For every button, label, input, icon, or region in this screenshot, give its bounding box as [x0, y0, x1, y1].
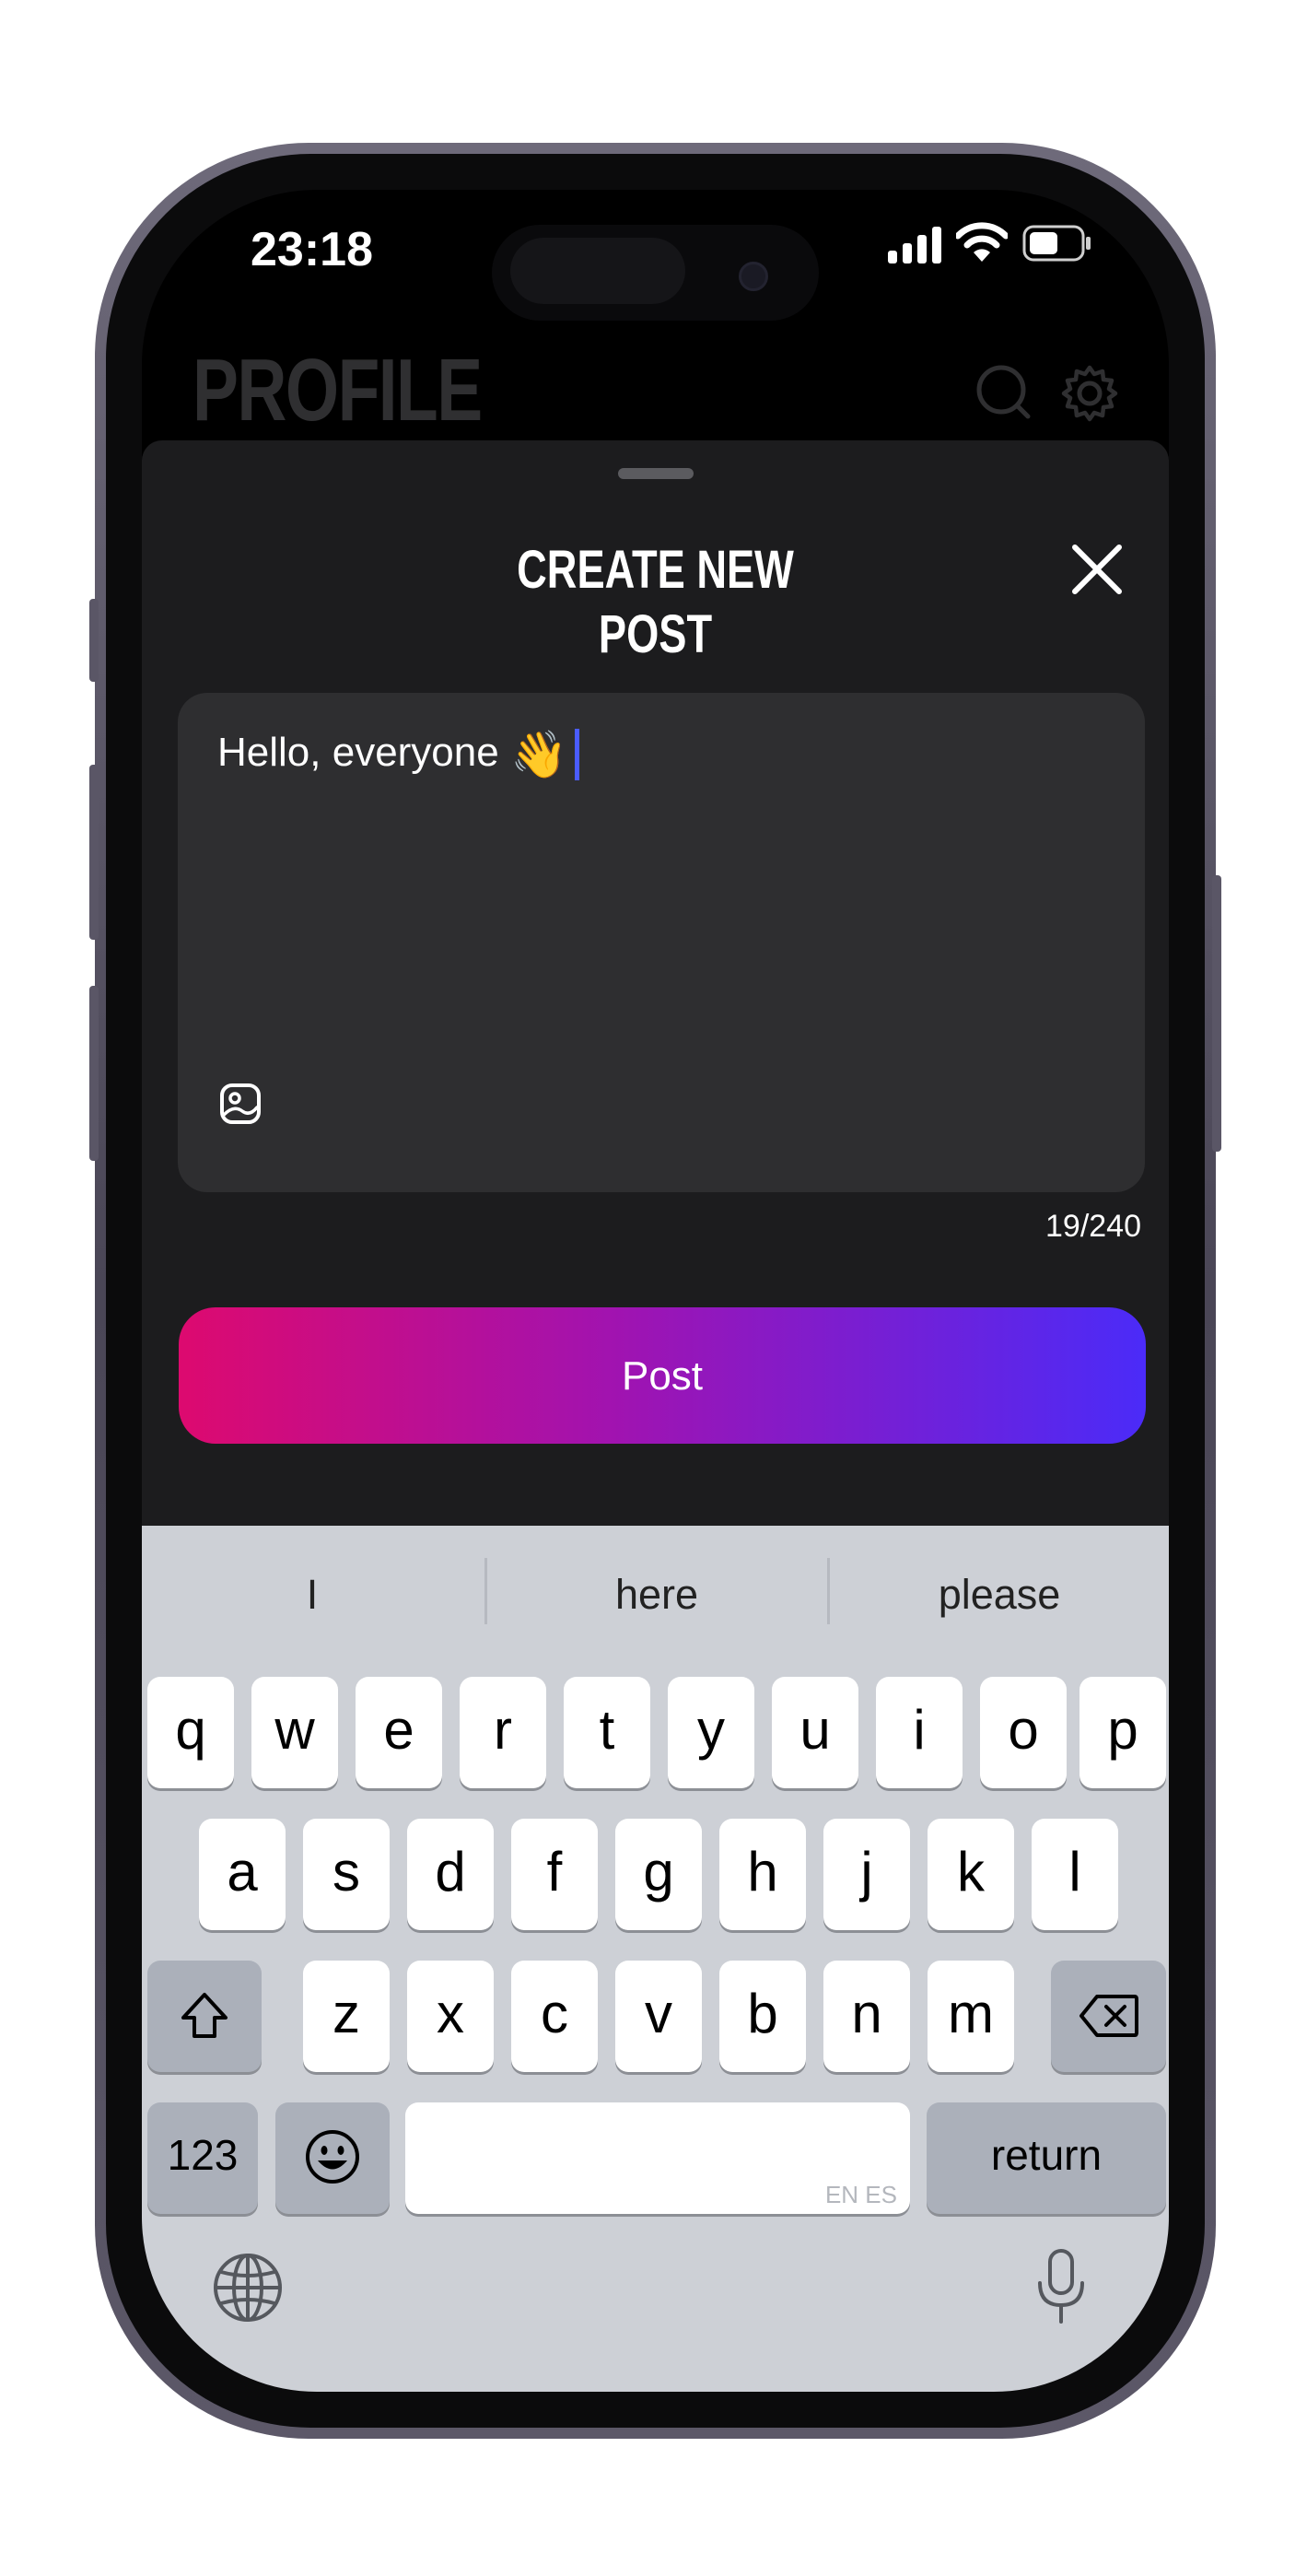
key-d[interactable]: d — [407, 1819, 494, 1930]
return-key[interactable]: return — [927, 2102, 1166, 2214]
suggestion-2[interactable]: here — [486, 1549, 827, 1641]
space-language-label: EN ES — [824, 2181, 897, 2208]
key-g[interactable]: g — [615, 1819, 702, 1930]
numbers-key[interactable]: 123 — [147, 2102, 258, 2214]
sheet-drag-handle[interactable] — [618, 468, 694, 479]
cellular-signal-icon — [888, 227, 941, 263]
space-key[interactable]: EN ES — [405, 2102, 910, 2214]
post-text: Hello, everyone — [217, 730, 499, 775]
emoji-icon — [306, 2130, 359, 2184]
image-icon[interactable] — [218, 1082, 263, 1126]
key-n[interactable]: n — [823, 1961, 910, 2072]
volume-up-button — [89, 765, 99, 940]
key-m[interactable]: m — [928, 1961, 1014, 2072]
key-k[interactable]: k — [928, 1819, 1014, 1930]
volume-down-button — [89, 986, 99, 1161]
shift-key[interactable] — [147, 1961, 262, 2072]
suggestion-3[interactable]: please — [829, 1549, 1169, 1641]
search-icon[interactable] — [974, 363, 1033, 422]
key-y[interactable]: y — [668, 1677, 754, 1788]
key-c[interactable]: c — [511, 1961, 598, 2072]
character-counter: 19/240 — [1045, 1209, 1141, 1244]
power-button — [1212, 875, 1221, 1152]
key-r[interactable]: r — [460, 1677, 546, 1788]
key-z[interactable]: z — [303, 1961, 390, 2072]
key-e[interactable]: e — [356, 1677, 442, 1788]
delete-icon — [1079, 1995, 1138, 2037]
settings-icon[interactable] — [1059, 363, 1120, 424]
text-caret — [575, 729, 580, 781]
keyboard — [142, 1526, 1169, 2392]
key-v[interactable]: v — [615, 1961, 702, 2072]
key-p[interactable]: p — [1079, 1677, 1166, 1788]
key-x[interactable]: x — [407, 1961, 494, 2072]
emoji-key[interactable] — [275, 2102, 390, 2214]
battery-icon — [1022, 225, 1091, 262]
dynamic-island-sensor — [510, 238, 685, 304]
wifi-icon — [956, 222, 1008, 262]
key-u[interactable]: u — [772, 1677, 858, 1788]
key-q[interactable]: q — [147, 1677, 234, 1788]
sheet-title: CREATE NEW POST — [517, 540, 794, 664]
delete-key[interactable] — [1051, 1961, 1166, 2072]
close-icon[interactable] — [1068, 540, 1126, 599]
key-w[interactable]: w — [251, 1677, 338, 1788]
key-i[interactable]: i — [876, 1677, 963, 1788]
action-button — [89, 599, 99, 682]
key-f[interactable]: f — [511, 1819, 598, 1930]
key-l[interactable]: l — [1032, 1819, 1118, 1930]
microphone-icon[interactable] — [1033, 2248, 1089, 2325]
phone-screen: 23:18 PROFILE CREATE NEW POST Hello, eve… — [142, 190, 1169, 2392]
front-camera — [739, 262, 768, 291]
post-text-value[interactable]: Hello, everyone 👋 — [217, 720, 580, 787]
globe-icon[interactable] — [212, 2252, 284, 2324]
key-h[interactable]: h — [719, 1819, 806, 1930]
waving-hand-emoji: 👋 — [509, 729, 568, 781]
post-button[interactable]: Post — [179, 1307, 1146, 1444]
suggestion-1[interactable]: I — [142, 1549, 483, 1641]
profile-title: PROFILE — [193, 341, 483, 439]
status-time: 23:18 — [251, 223, 373, 276]
key-t[interactable]: t — [564, 1677, 650, 1788]
key-s[interactable]: s — [303, 1819, 390, 1930]
key-j[interactable]: j — [823, 1819, 910, 1930]
shift-icon — [181, 1993, 228, 2038]
key-b[interactable]: b — [719, 1961, 806, 2072]
key-o[interactable]: o — [980, 1677, 1067, 1788]
key-a[interactable]: a — [199, 1819, 286, 1930]
